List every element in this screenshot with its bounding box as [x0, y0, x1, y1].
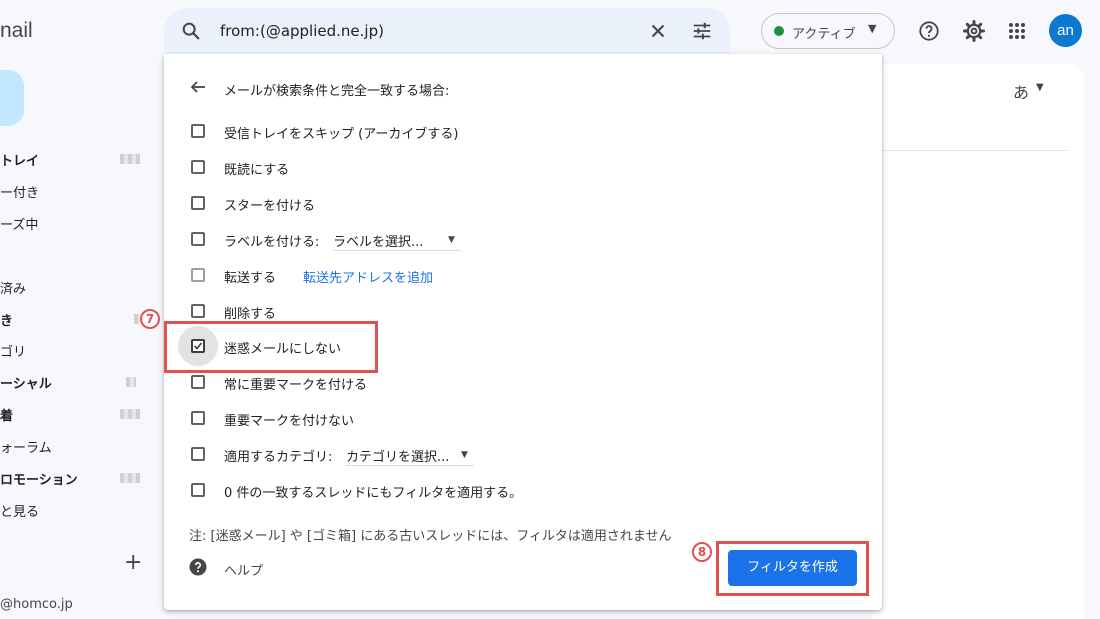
checkbox-star[interactable]: [191, 196, 205, 210]
status-active-dot: [774, 26, 784, 36]
help-circle-icon[interactable]: [918, 20, 940, 42]
sidebar-count-blur: [120, 473, 140, 483]
checkbox-never-important[interactable]: [191, 411, 205, 425]
annotation-highlight-step8: [716, 541, 869, 596]
sidebar-count-blur: [120, 409, 140, 419]
checkbox-apply-existing[interactable]: [191, 483, 205, 497]
checkbox-skip-inbox[interactable]: [191, 124, 205, 138]
tune-icon[interactable]: [690, 20, 714, 42]
chevron-down-icon: ▼: [461, 450, 468, 460]
option-label-never-important: 重要マークを付けない: [224, 414, 355, 429]
chevron-down-icon: ▼: [448, 235, 455, 245]
sidebar-item-starred[interactable]: ー付き: [0, 182, 39, 201]
option-label-apply-label: ラベルを付ける:: [224, 235, 320, 250]
sidebar-item-sent[interactable]: 済み: [0, 278, 26, 297]
checkbox-mark-read[interactable]: [191, 160, 205, 174]
app-name: nail: [0, 19, 33, 42]
option-label-apply-existing: 0 件の一致するスレッドにもフィルタを適用する。: [224, 486, 523, 501]
sidebar-item-promotions[interactable]: ロモーション: [0, 469, 78, 488]
checkbox-always-important[interactable]: [191, 375, 205, 389]
search-icon[interactable]: [180, 20, 202, 42]
sidebar-item-inbox[interactable]: トレイ: [0, 150, 39, 169]
sidebar-item-forums[interactable]: ォーラム: [0, 437, 52, 456]
apps-grid-icon[interactable]: [1008, 22, 1026, 40]
filter-note: 注: [迷惑メール] や [ゴミ箱] にある古いスレッドには、フィルタは適用され…: [189, 529, 672, 544]
option-label-forward: 転送する: [224, 271, 277, 286]
search-input[interactable]: from:(@applied.ne.jp): [220, 22, 384, 40]
close-icon[interactable]: [647, 20, 669, 42]
option-label-skip-inbox: 受信トレイをスキップ (アーカイブする): [224, 127, 459, 142]
panel-title: メールが検索条件と完全一致する場合:: [224, 84, 450, 99]
gear-icon[interactable]: [962, 19, 986, 43]
add-forwarding-address-link[interactable]: 転送先アドレスを追加: [303, 267, 433, 286]
sidebar-item-categories[interactable]: ゴリ: [0, 341, 26, 360]
back-arrow-icon[interactable]: [189, 78, 207, 96]
main-content-card: [872, 64, 1084, 619]
sidebar-item-social[interactable]: ーシャル: [0, 373, 52, 392]
chevron-down-icon: ▼: [1036, 82, 1044, 93]
add-label-button[interactable]: +: [124, 552, 142, 574]
checkbox-delete[interactable]: [191, 304, 205, 318]
status-label: アクティブ: [792, 27, 856, 42]
annotation-number-8: 8: [692, 542, 712, 562]
help-link[interactable]: ヘルプ: [224, 560, 263, 579]
avatar[interactable]: an: [1049, 14, 1082, 47]
sidebar-item-updates[interactable]: 着: [0, 405, 13, 424]
checkbox-forward[interactable]: [191, 268, 205, 282]
input-mode-selector[interactable]: あ: [1013, 79, 1029, 103]
annotation-number-7: 7: [140, 309, 160, 329]
checkbox-categorize[interactable]: [191, 447, 205, 461]
option-label-categorize: 適用するカテゴリ:: [224, 450, 333, 465]
sidebar-count-blur: [120, 154, 140, 164]
sidebar-item-drafts[interactable]: き: [0, 310, 13, 329]
option-label-delete: 削除する: [224, 307, 277, 322]
option-label-star: スターを付ける: [224, 199, 316, 214]
checkbox-apply-label[interactable]: [191, 232, 205, 246]
option-label-mark-read: 既読にする: [224, 163, 290, 178]
sidebar-item-more[interactable]: と見る: [0, 501, 39, 520]
label-select[interactable]: ラベルを選択...: [333, 231, 461, 251]
category-select[interactable]: カテゴリを選択...: [346, 446, 474, 466]
chevron-down-icon: ▼: [868, 22, 877, 35]
option-label-always-important: 常に重要マークを付ける: [224, 378, 368, 393]
account-email: @homco.jp: [0, 597, 73, 612]
sidebar-count-blur: [126, 377, 136, 387]
compose-button[interactable]: [0, 70, 24, 126]
divider: [882, 150, 1068, 151]
annotation-highlight-step7: [164, 321, 378, 373]
sidebar-item-snoozed[interactable]: ーズ中: [0, 214, 38, 233]
help-icon[interactable]: [189, 558, 207, 576]
